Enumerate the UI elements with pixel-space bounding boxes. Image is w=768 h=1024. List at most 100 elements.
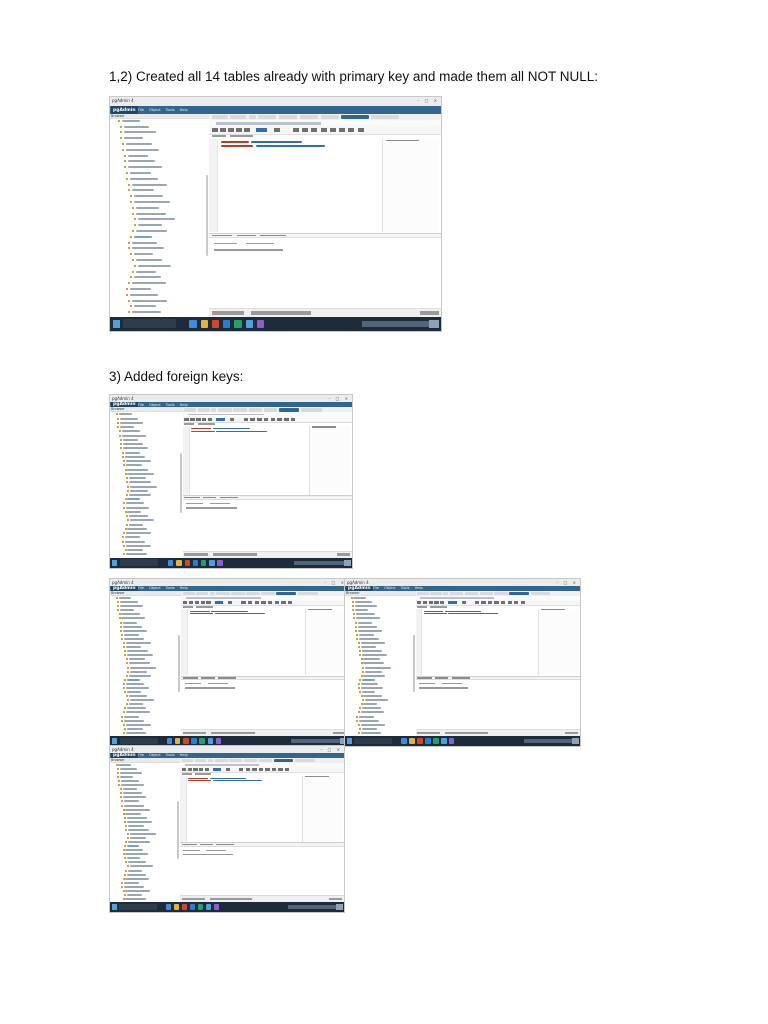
output-tab[interactable] bbox=[451, 677, 470, 679]
tree-node[interactable] bbox=[118, 763, 132, 766]
toolbar-button[interactable] bbox=[329, 127, 336, 133]
taskbar-app-icon[interactable] bbox=[417, 738, 423, 744]
tree-node[interactable] bbox=[133, 305, 156, 308]
tree-node[interactable] bbox=[125, 723, 151, 726]
tree-node[interactable] bbox=[127, 166, 162, 169]
toolbar-button[interactable] bbox=[183, 601, 188, 605]
tree-node[interactable] bbox=[129, 172, 151, 175]
tree-node[interactable] bbox=[360, 646, 376, 649]
scratch-pad[interactable] bbox=[302, 775, 343, 842]
tree-node[interactable] bbox=[124, 536, 140, 539]
toolbar-button[interactable] bbox=[285, 767, 290, 771]
toolbar-button[interactable] bbox=[254, 601, 260, 605]
tree-node[interactable] bbox=[356, 617, 380, 620]
output-tab[interactable] bbox=[201, 677, 215, 679]
menu-item[interactable]: File bbox=[138, 108, 144, 112]
tree-node[interactable] bbox=[124, 715, 140, 718]
toolbar-button[interactable] bbox=[263, 417, 269, 422]
panel-tab[interactable] bbox=[417, 591, 429, 595]
scratch-pad[interactable] bbox=[382, 138, 439, 233]
tree-node[interactable] bbox=[122, 788, 137, 791]
panel-tab[interactable] bbox=[208, 758, 213, 762]
panel-tab[interactable] bbox=[320, 114, 340, 120]
toolbar-button[interactable] bbox=[188, 601, 194, 605]
tree-node[interactable] bbox=[127, 727, 143, 730]
tree-node[interactable] bbox=[127, 691, 141, 694]
tree-node[interactable] bbox=[127, 468, 149, 471]
toolbar-button[interactable] bbox=[261, 601, 266, 605]
tree-node[interactable] bbox=[124, 451, 140, 454]
toolbar-button[interactable] bbox=[507, 601, 512, 605]
panel-tab[interactable] bbox=[233, 408, 247, 412]
panel-tab[interactable] bbox=[261, 591, 275, 595]
tree-node[interactable] bbox=[128, 828, 150, 831]
tree-node[interactable] bbox=[359, 719, 379, 722]
taskbar-search[interactable] bbox=[119, 559, 159, 567]
toolbar-button[interactable] bbox=[187, 767, 192, 771]
toolbar-button[interactable] bbox=[417, 601, 422, 605]
menu-item[interactable]: File bbox=[373, 586, 379, 590]
tree-node[interactable] bbox=[128, 658, 145, 661]
tree-node[interactable] bbox=[128, 674, 151, 677]
panel-tab[interactable] bbox=[211, 408, 217, 412]
tree-node[interactable] bbox=[126, 893, 143, 896]
tree-node[interactable] bbox=[129, 287, 151, 290]
toolbar-button[interactable] bbox=[434, 601, 439, 605]
toolbar-button[interactable] bbox=[277, 417, 282, 422]
tree-node[interactable] bbox=[123, 125, 149, 128]
tree-node[interactable] bbox=[125, 808, 150, 811]
output-tab[interactable] bbox=[199, 843, 213, 846]
tree-node[interactable] bbox=[126, 845, 140, 848]
panel-tab[interactable] bbox=[209, 591, 215, 595]
tree-node[interactable] bbox=[128, 481, 151, 484]
toolbar-button[interactable] bbox=[514, 601, 519, 605]
browser-scrollbar[interactable] bbox=[179, 452, 182, 513]
menu-item[interactable]: Object bbox=[149, 108, 161, 112]
panel-tab[interactable] bbox=[464, 591, 478, 595]
taskbar-app-icon[interactable] bbox=[182, 904, 188, 910]
execute-button[interactable] bbox=[212, 767, 222, 771]
taskbar-app-icon[interactable] bbox=[168, 559, 174, 566]
tree-node[interactable] bbox=[127, 650, 148, 653]
toolbar-button[interactable] bbox=[202, 417, 207, 422]
taskbar-search[interactable] bbox=[119, 737, 158, 745]
taskbar-app-icon[interactable] bbox=[191, 738, 197, 744]
taskbar-app-icon[interactable] bbox=[217, 559, 223, 566]
toolbar-button[interactable] bbox=[245, 767, 250, 771]
windows-start-icon[interactable] bbox=[112, 737, 118, 744]
windows-start-icon[interactable] bbox=[347, 737, 353, 744]
tree-node[interactable] bbox=[127, 160, 155, 163]
toolbar-button[interactable] bbox=[184, 417, 189, 422]
scratch-pad[interactable] bbox=[308, 425, 351, 495]
panel-tab[interactable] bbox=[509, 591, 529, 595]
tree-node[interactable] bbox=[127, 654, 153, 657]
menu-item[interactable]: Help bbox=[180, 403, 188, 407]
taskbar-app-icon[interactable] bbox=[175, 738, 181, 744]
taskbar-app-icon[interactable] bbox=[200, 320, 208, 328]
tree-node[interactable] bbox=[129, 293, 158, 296]
tree-node[interactable] bbox=[127, 527, 148, 530]
tree-node[interactable] bbox=[124, 881, 139, 884]
toolbar-button[interactable] bbox=[339, 127, 346, 133]
sql-editor[interactable] bbox=[182, 425, 352, 495]
tree-node[interactable] bbox=[357, 621, 372, 624]
tree-node[interactable] bbox=[129, 670, 148, 673]
toolbar-button[interactable] bbox=[241, 601, 246, 605]
panel-tab[interactable] bbox=[230, 114, 247, 120]
toolbar-button[interactable] bbox=[494, 601, 499, 605]
tree-node[interactable] bbox=[120, 421, 144, 424]
tab-query[interactable] bbox=[211, 134, 226, 138]
toolbar-button[interactable] bbox=[357, 127, 364, 133]
panel-tab[interactable] bbox=[430, 591, 442, 595]
taskbar-app-icon[interactable] bbox=[189, 320, 197, 328]
output-tab[interactable] bbox=[237, 234, 256, 237]
tree-node[interactable] bbox=[133, 195, 163, 198]
tree-node[interactable] bbox=[128, 515, 148, 518]
panel-tab[interactable] bbox=[211, 114, 228, 120]
menu-item[interactable]: Object bbox=[149, 403, 161, 407]
toolbar-button[interactable] bbox=[320, 127, 327, 133]
taskbar-app-icon[interactable] bbox=[199, 738, 205, 744]
toolbar-button[interactable] bbox=[211, 127, 218, 133]
panel-tab[interactable] bbox=[276, 591, 297, 595]
toolbar-button[interactable] bbox=[428, 601, 433, 605]
